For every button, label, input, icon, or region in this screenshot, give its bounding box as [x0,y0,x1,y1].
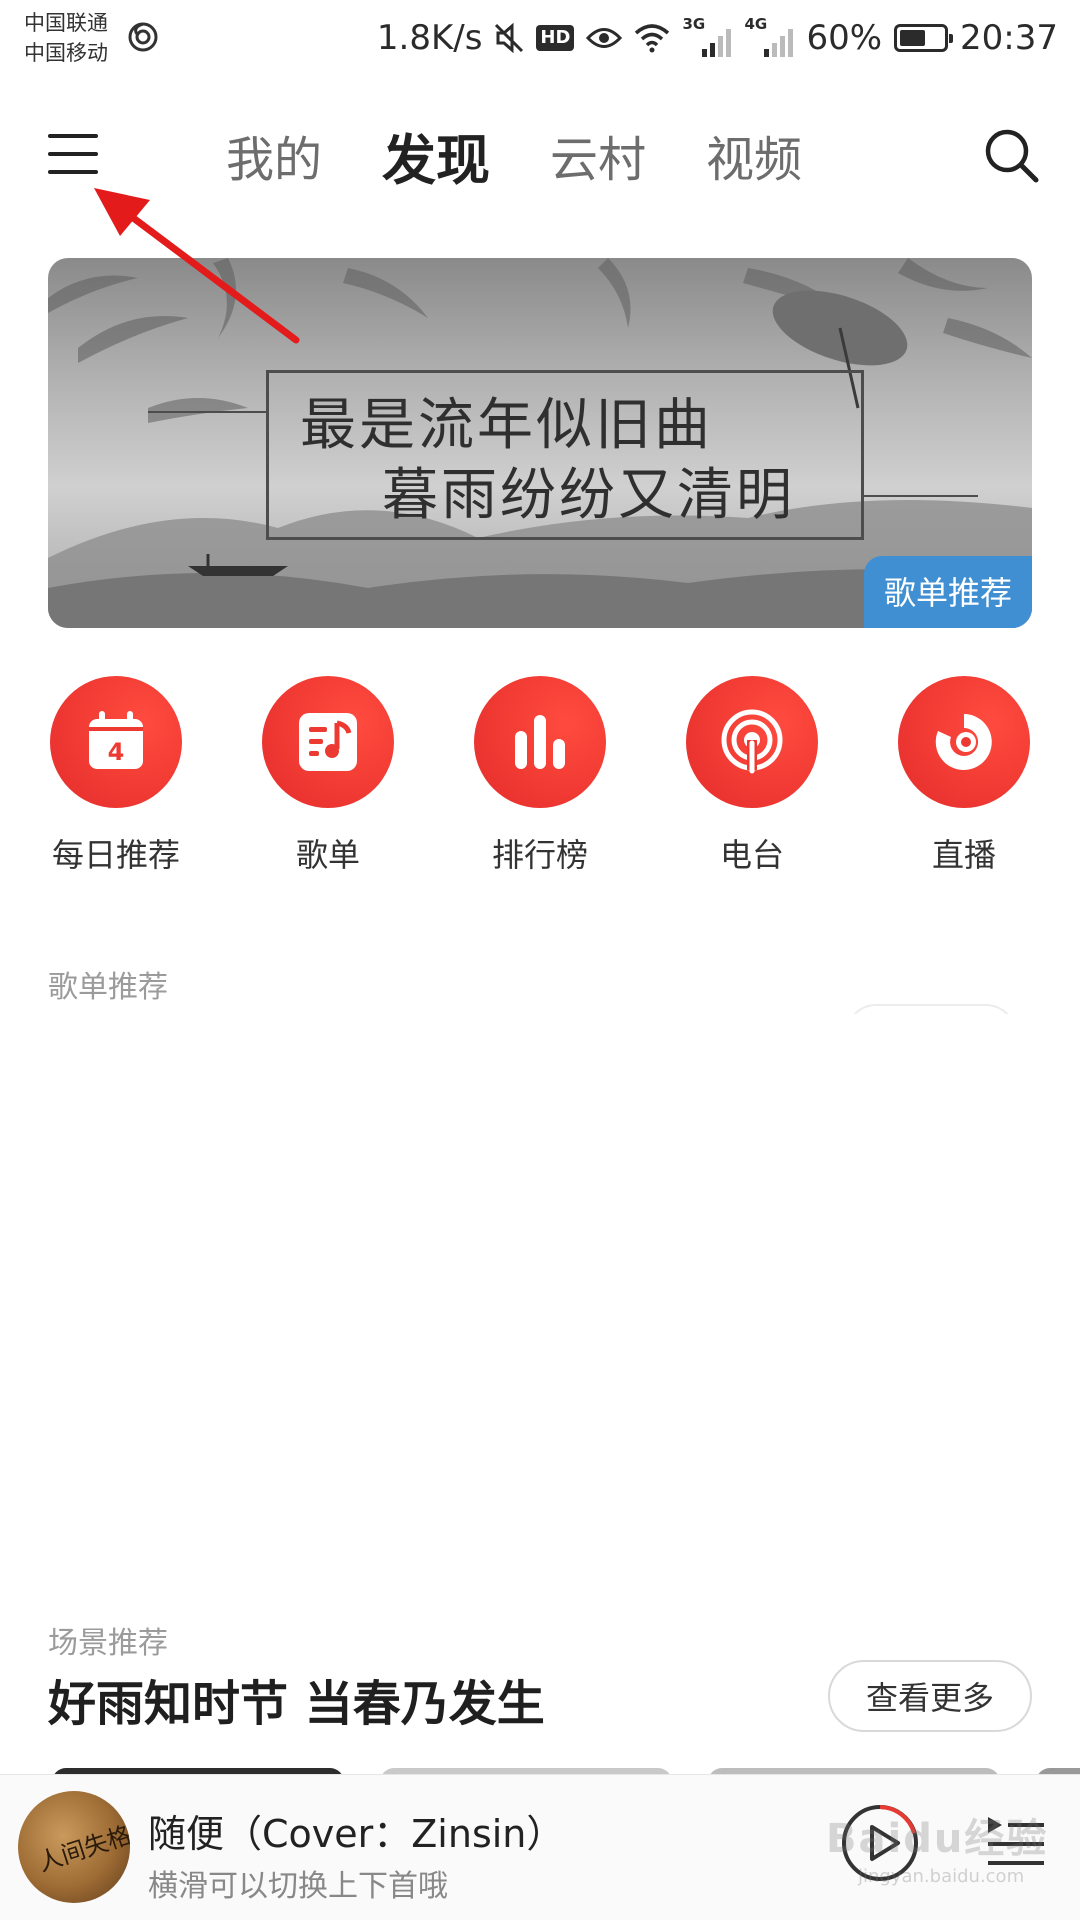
banner-carousel[interactable]: 最是流年似旧曲 暮雨纷纷又清明 歌单推荐 [48,258,1032,628]
main-tabs: 我的 发现 云村 视频 [220,100,808,210]
song-hint: 横滑可以切换上下首哦 [148,1869,448,1904]
mini-player[interactable]: 人间失格 随便（Cover：Zinsin） 横滑可以切换上下首哦 [0,1774,1080,1920]
tab-video[interactable]: 视频 [700,120,808,190]
tab-cloud-village[interactable]: 云村 [544,120,652,190]
menu-button[interactable] [36,122,112,186]
quick-entry-radio[interactable]: 电台 [652,676,852,876]
hamburger-icon-line [48,152,98,156]
chart-bars-icon [474,676,606,808]
app-notification-icon [128,22,158,52]
scene-section-subtitle: 场景推荐 [48,1626,168,1661]
hamburger-icon-line [48,170,98,174]
playlist-section-subtitle: 歌单推荐 [48,970,168,1005]
battery-fill [900,30,926,46]
view-more-button[interactable]: 查看更多 [828,1660,1032,1732]
quick-entry-row: 4 每日推荐 歌单 排行榜 电台 直播 [0,676,1080,876]
carrier-info: 中国联通 中国移动 [24,8,108,68]
signal-4g: 4G [744,15,794,57]
network-speed: 1.8K/s [376,18,483,58]
scene-section-title: 好雨知时节 当春乃发生 [48,1676,545,1732]
banner-type-badge: 歌单推荐 [863,556,1032,628]
live-icon [898,676,1030,808]
battery-icon [894,24,954,52]
tab-mine[interactable]: 我的 [220,120,328,190]
playlist-icon [262,676,394,808]
banner-title-line-1: 最是流年似旧曲 [300,393,713,458]
playlist-more-button-placeholder [846,1004,1016,1014]
quick-entry-label: 排行榜 [491,836,588,874]
play-icon[interactable] [840,1803,920,1883]
tab-discover[interactable]: 发现 [376,116,496,195]
radio-icon [686,676,818,808]
album-cover[interactable]: 人间失格 [18,1791,130,1903]
quick-entry-playlist[interactable]: 歌单 [228,676,428,876]
quick-entry-label: 歌单 [295,836,360,874]
quick-entry-daily[interactable]: 4 每日推荐 [16,676,216,876]
signal-3g: 3G [682,15,732,57]
quick-entry-live[interactable]: 直播 [864,676,1064,876]
top-navigation: 我的 发现 云村 视频 [0,100,1080,210]
banner-title-line-2: 暮雨纷纷又清明 [382,463,795,528]
playlist-queue-icon[interactable] [984,1809,1048,1879]
carrier-2: 中国移动 [24,41,108,65]
quick-entry-label: 电台 [719,836,784,874]
wifi-icon [635,24,670,53]
quick-entry-label: 直播 [931,836,996,874]
search-icon[interactable] [980,124,1042,186]
eye-comfort-icon [586,28,623,48]
hamburger-icon-line [48,134,98,138]
quick-entry-label: 每日推荐 [51,836,180,874]
mute-icon [495,22,524,54]
song-title: 随便（Cover：Zinsin） [148,1812,565,1856]
status-bar: 中国联通 中国移动 1.8K/s HD 3G 4G 60% 20:37 [0,0,1080,78]
clock: 20:37 [960,18,1058,58]
carrier-1: 中国联通 [24,11,108,35]
quick-entry-charts[interactable]: 排行榜 [440,676,640,876]
calendar-icon: 4 [50,676,182,808]
hd-voice-badge: HD [536,25,575,51]
album-cover-text: 人间失格 [34,1820,130,1878]
battery-percent: 60% [806,18,883,58]
svg-text:4: 4 [108,738,125,766]
